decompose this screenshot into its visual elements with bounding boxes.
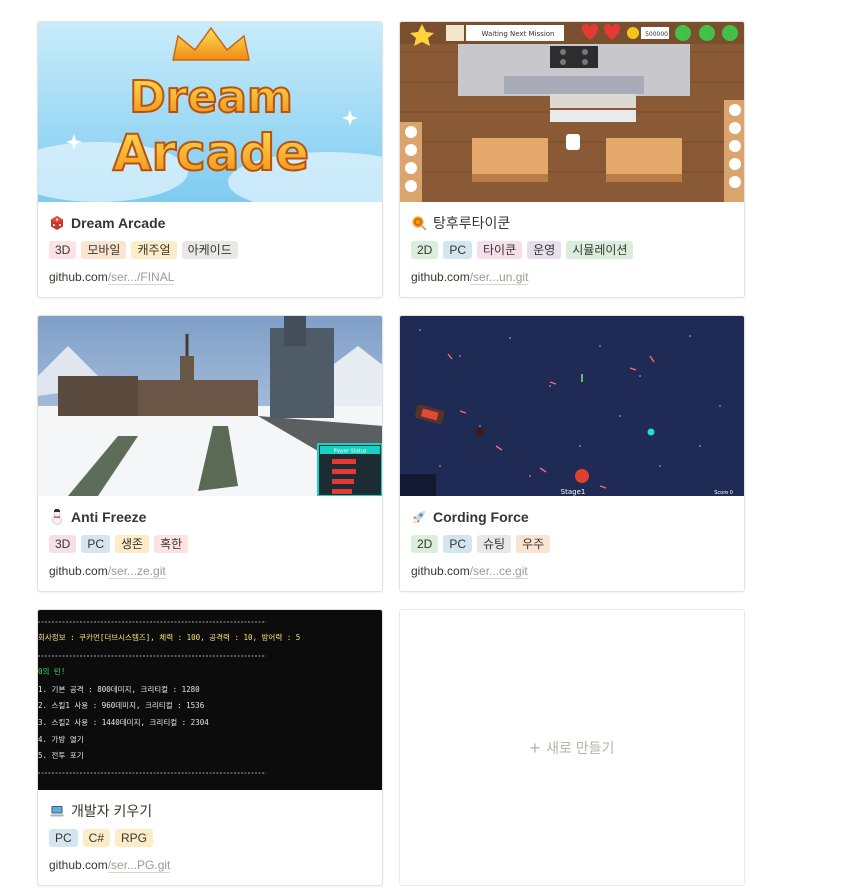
url-path: /ser...un.git bbox=[469, 270, 529, 285]
tag: RPG bbox=[115, 829, 154, 847]
tag-list: 3D PC 생존 혹한 bbox=[49, 535, 189, 553]
card-cover-image: Dream Arcade bbox=[38, 22, 382, 202]
new-card-label: 새로 만들기 bbox=[546, 739, 615, 756]
tag: 운영 bbox=[527, 241, 562, 259]
tag-list: 2D PC 타이쿤 운영 시뮬레이션 bbox=[411, 241, 634, 259]
tag: 타이쿤 bbox=[477, 241, 523, 259]
card-url-link[interactable]: github.com/ser...ze.git bbox=[49, 564, 166, 579]
player-status-label: Player Status bbox=[333, 449, 366, 455]
tag-list: 3D 모바일 캐주얼 아케이드 bbox=[49, 241, 238, 259]
tag: PC bbox=[443, 241, 473, 259]
stage-label: Stage1 bbox=[561, 488, 586, 496]
plus-icon: + bbox=[529, 737, 541, 758]
card-url-link[interactable]: github.com/ser.../FINAL bbox=[49, 270, 175, 285]
terminal-line: 5. 전투 포기 bbox=[38, 750, 84, 760]
tag: 생존 bbox=[115, 535, 150, 553]
gallery-card-dream-arcade[interactable]: Dream Arcade Dream Arcade 3D 모바일 캐주얼 아케이… bbox=[37, 21, 383, 298]
tag: 슈팅 bbox=[477, 535, 512, 553]
terminal-line: 1. 기본 공격 : 800데미지, 크리티컬 : 1280 bbox=[38, 684, 200, 694]
gallery-card-tanghulu-tycoon[interactable]: Waiting Next Mission 500000 탕후루타이쿤 2D PC… bbox=[399, 21, 745, 298]
card-cover-image: Stage1 Score 0 bbox=[400, 316, 744, 496]
tag: 3D bbox=[49, 241, 77, 259]
terminal-line: 3. 스킬2 사용 : 1440데미지, 크리티컬 : 2304 bbox=[38, 718, 209, 727]
terminal-line: 0의 턴! bbox=[38, 666, 65, 676]
tag: 모바일 bbox=[81, 241, 127, 259]
tag: 3D bbox=[49, 535, 77, 553]
rocket-icon bbox=[411, 509, 427, 525]
tag: PC bbox=[49, 829, 78, 847]
candy-icon bbox=[411, 215, 427, 231]
card-url-link[interactable]: github.com/ser...un.git bbox=[411, 270, 529, 285]
cover-title-line2: Arcade bbox=[113, 124, 309, 182]
coin-count-text: 500000 bbox=[645, 31, 668, 38]
url-path: /ser.../FINAL bbox=[107, 270, 175, 285]
gallery-card-developer-raising[interactable]: 회사정보 : 쿠카먼[더브시스템즈], 체력 : 100, 공격력 : 10, … bbox=[37, 609, 383, 886]
terminal-line: 회사정보 : 쿠카먼[더브시스템즈], 체력 : 100, 공격력 : 10, … bbox=[38, 632, 300, 642]
tag: 우주 bbox=[516, 535, 551, 553]
card-title: Dream Arcade bbox=[71, 215, 166, 231]
url-domain: github.com bbox=[49, 270, 108, 284]
card-cover-image: Waiting Next Mission 500000 bbox=[400, 22, 744, 202]
new-card-button[interactable]: + 새로 만들기 bbox=[399, 609, 745, 886]
gallery-card-cording-force[interactable]: Stage1 Score 0 Cording Force 2D PC 슈팅 우주… bbox=[399, 315, 745, 592]
card-title: Cording Force bbox=[433, 509, 529, 525]
card-title: Anti Freeze bbox=[71, 509, 147, 525]
die-icon bbox=[49, 215, 65, 231]
tag: 혹한 bbox=[154, 535, 189, 553]
laptop-icon bbox=[49, 803, 65, 819]
card-title: 개발자 키우기 bbox=[71, 803, 153, 819]
tag-list: PC C# RPG bbox=[49, 829, 154, 847]
url-path: /ser...PG.git bbox=[107, 858, 171, 873]
tag: PC bbox=[443, 535, 473, 553]
score-label: Score 0 bbox=[714, 490, 733, 496]
url-domain: github.com bbox=[49, 564, 108, 578]
terminal-line: 4. 가방 열기 bbox=[38, 734, 84, 744]
tag: 아케이드 bbox=[181, 241, 238, 259]
card-title: 탕후루타이쿤 bbox=[433, 215, 511, 231]
url-path: /ser...ze.git bbox=[107, 564, 166, 579]
url-path: /ser...ce.git bbox=[469, 564, 528, 579]
tag: 2D bbox=[411, 535, 439, 553]
tag: C# bbox=[82, 829, 111, 847]
tag: 2D bbox=[411, 241, 439, 259]
tag: PC bbox=[81, 535, 111, 553]
tag: 시뮬레이션 bbox=[566, 241, 634, 259]
card-url-link[interactable]: github.com/ser...PG.git bbox=[49, 858, 171, 873]
url-domain: github.com bbox=[49, 858, 108, 872]
tag: 캐주얼 bbox=[131, 241, 177, 259]
cover-title-line1: Dream bbox=[129, 72, 293, 123]
card-url-link[interactable]: github.com/ser...ce.git bbox=[411, 564, 528, 579]
tag-list: 2D PC 슈팅 우주 bbox=[411, 535, 551, 553]
gallery-card-anti-freeze[interactable]: Player Status Anti Freeze 3D PC 생존 혹한 gi… bbox=[37, 315, 383, 592]
card-cover-image: 회사정보 : 쿠카먼[더브시스템즈], 체력 : 100, 공격력 : 10, … bbox=[38, 610, 382, 790]
mission-status-text: Waiting Next Mission bbox=[482, 30, 555, 38]
terminal-line: 2. 스킬1 사용 : 960데미지, 크리티컬 : 1536 bbox=[38, 701, 205, 710]
url-domain: github.com bbox=[411, 270, 470, 284]
snowman-icon bbox=[49, 509, 65, 525]
url-domain: github.com bbox=[411, 564, 470, 578]
card-cover-image: Player Status bbox=[38, 316, 382, 496]
